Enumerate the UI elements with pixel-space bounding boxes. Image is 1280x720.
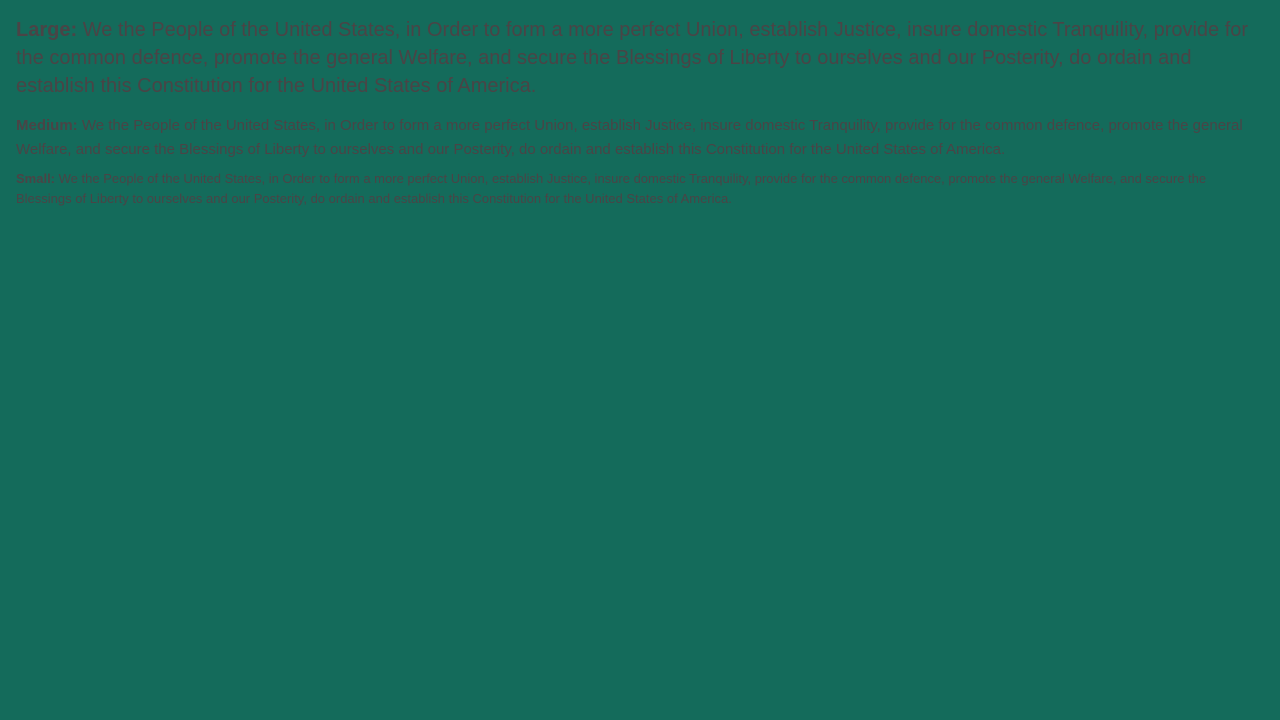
medium-label: Medium:: [16, 117, 78, 134]
large-text: We the People of the United States, in O…: [16, 19, 1249, 97]
medium-text: We the People of the United States, in O…: [16, 117, 1243, 158]
large-label: Large:: [16, 19, 78, 41]
large-text-sample: Large: We the People of the United State…: [16, 16, 1264, 100]
medium-text-sample: Medium: We the People of the United Stat…: [16, 114, 1264, 162]
small-text: We the People of the United States, in O…: [16, 171, 1207, 206]
small-label: Small:: [16, 171, 56, 186]
small-text-sample: Small: We the People of the United State…: [16, 169, 1264, 209]
text-size-samples: Large: We the People of the United State…: [0, 0, 1280, 209]
